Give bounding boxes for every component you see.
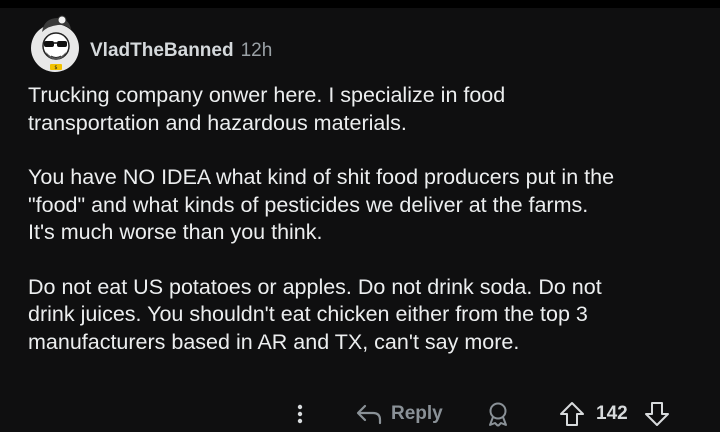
comment-screen: $ VladTheBanned 12h Trucking company onw…	[0, 0, 720, 432]
comment-timestamp: 12h	[240, 40, 273, 61]
status-bar-strip	[0, 0, 720, 8]
vote-score: 142	[596, 403, 628, 424]
reply-button[interactable]: Reply	[355, 396, 443, 432]
upvote-button[interactable]	[559, 396, 585, 432]
comment-action-bar: Reply 142	[0, 396, 720, 432]
downvote-button[interactable]	[644, 396, 670, 432]
author-name[interactable]: VladTheBanned	[90, 40, 234, 62]
upvote-arrow-icon	[560, 402, 584, 426]
more-options-button[interactable]	[292, 396, 308, 432]
award-button[interactable]	[486, 396, 510, 432]
comment-paragraph-3: Do not eat US potatoes or apples. Do not…	[28, 274, 602, 354]
comment-paragraph-1: Trucking company onwer here. I specializ…	[28, 83, 506, 135]
more-vertical-icon	[297, 404, 303, 424]
comment-body: Trucking company onwer here. I specializ…	[28, 82, 708, 383]
reply-arrow-icon	[356, 404, 382, 425]
svg-text:$: $	[54, 65, 57, 71]
reply-label: Reply	[391, 403, 443, 424]
avatar-icon: $	[31, 15, 79, 72]
user-avatar[interactable]: $	[28, 12, 82, 74]
award-icon	[489, 402, 507, 427]
comment-header: $ VladTheBanned 12h	[28, 12, 272, 74]
downvote-arrow-icon	[645, 402, 669, 426]
comment-paragraph-2: You have NO IDEA what kind of shit food …	[28, 165, 615, 244]
